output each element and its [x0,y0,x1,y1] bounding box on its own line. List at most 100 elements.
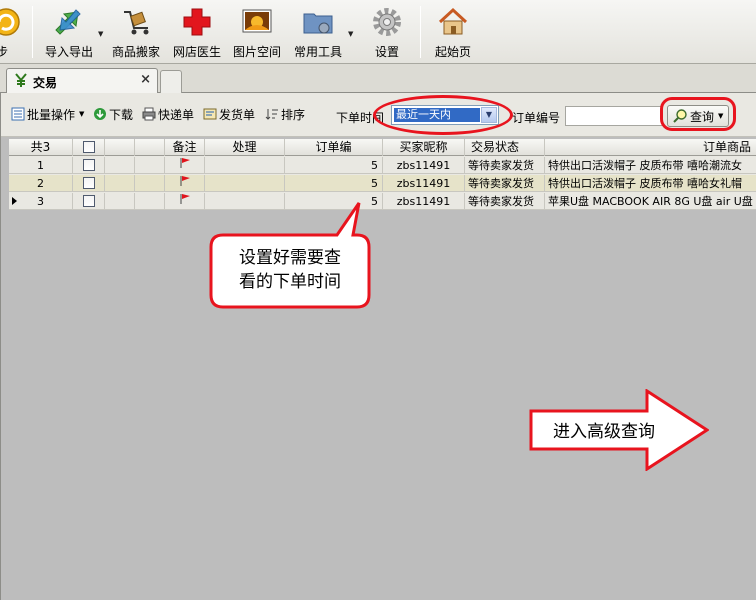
sync-label: 步 [0,45,9,59]
shop-doctor-icon [183,8,211,36]
row-blank [135,157,165,174]
row-order-number: 5 [285,175,383,192]
red-flag-icon[interactable] [179,193,191,205]
header-buyer[interactable]: 买家昵称 [383,139,465,156]
move-goods-button[interactable]: 商品搬家 [108,0,164,64]
callout-text: 设置好需要查 看的下单时间 [211,246,369,294]
import-export-button[interactable]: 导入导出 [38,0,100,64]
row-checkbox[interactable] [82,195,95,207]
home-button[interactable]: 起始页 [426,0,480,64]
row-handle [205,175,285,192]
red-flag-icon[interactable] [179,157,191,169]
toolbar-separator [420,6,421,58]
row-goods: 苹果U盘 MACBOOK AIR 8G U盘 air U盘 [548,195,753,208]
row-buyer: zbs11491 [383,157,465,174]
import-export-icon [55,9,81,35]
import-export-dropdown-icon[interactable]: ▼ [98,30,103,38]
row-blank [135,193,165,210]
tools-button[interactable]: 常用工具 [288,0,348,64]
header-select-all[interactable] [73,139,105,156]
row-goods: 特供出口活泼帽子 皮质布带 嘻哈潮流女 [548,159,742,172]
import-export-label: 导入导出 [44,45,93,59]
main-toolbar: 步 导入导出 ▼ 商品搬家 网店医生 图片空间 常用工具 ▼ 设置 起始页 [0,0,756,64]
order-table: 共3 备注 处理 订单编 买家昵称 交易状态 订单商品 1 5 zbs11491… [9,139,756,210]
home-label: 起始页 [434,45,471,59]
row-checkbox-cell[interactable] [73,175,105,192]
tools-dropdown-icon[interactable]: ▼ [348,30,353,38]
download-label: 下载 [109,107,134,122]
new-tab-button[interactable] [160,70,182,94]
row-number: 1 [9,157,73,174]
row-status: 等待卖家发货 [465,157,545,174]
move-goods-label: 商品搬家 [111,45,160,59]
sync-icon [0,8,20,36]
annotation-arrow: 进入高级查询 [529,389,709,471]
row-status: 等待卖家发货 [465,175,545,192]
row-checkbox-cell[interactable] [73,157,105,174]
batch-dropdown-icon: ▼ [79,110,85,118]
header-count: 共3 [9,139,73,156]
shop-doctor-button[interactable]: 网店医生 [168,0,226,64]
batch-operation-button[interactable]: 批量操作 ▼ [11,105,84,123]
tools-label: 常用工具 [293,45,342,59]
row-number: 2 [9,175,73,192]
row-buyer: zbs11491 [383,193,465,210]
select-all-checkbox[interactable] [82,141,95,153]
annotation-callout: 设置好需要查 看的下单时间 [209,202,371,309]
row-status: 等待卖家发货 [465,193,545,210]
settings-gear-icon [373,8,401,36]
row-number: 3 [9,193,73,210]
express-slip-button[interactable]: 快递单 [142,105,194,123]
table-row[interactable]: 1 5 zbs11491 等待卖家发货 特供出口活泼帽子 皮质布带 嘻哈潮流女 [9,157,756,174]
batch-list-icon [11,107,25,121]
printer-icon [142,107,156,121]
move-goods-icon [124,11,149,35]
tab-strip: 交易 × [0,64,756,94]
header-handle[interactable]: 处理 [205,139,285,156]
header-order-number[interactable]: 订单编 [285,139,383,156]
row-note-cell[interactable] [165,157,205,174]
toolbar-separator [32,6,33,58]
sort-button[interactable]: 排序 [265,105,305,123]
home-icon [438,7,468,35]
table-row[interactable]: 3 5 zbs11491 等待卖家发货 苹果U盘 MACBOOK AIR 8G … [9,193,756,210]
image-space-button[interactable]: 图片空间 [228,0,286,64]
header-blank [135,139,165,156]
image-space-label: 图片空间 [232,45,281,59]
header-goods[interactable]: 订单商品 [545,139,756,156]
arrow-text: 进入高级查询 [553,422,655,442]
row-checkbox[interactable] [82,177,95,189]
settings-button[interactable]: 设置 [360,0,414,64]
header-status[interactable]: 交易状态 [465,139,545,156]
sort-icon [265,109,278,120]
express-slip-label: 快递单 [158,107,195,122]
tab-close-icon[interactable]: × [140,72,151,87]
row-checkbox-cell[interactable] [73,193,105,210]
sort-label: 排序 [281,107,306,122]
order-number-input[interactable] [565,106,663,126]
image-space-icon [242,9,272,33]
ship-slip-button[interactable]: 发货单 [203,105,255,123]
table-row[interactable]: 2 5 zbs11491 等待卖家发货 特供出口活泼帽子 皮质布带 嘻哈女礼帽 [9,175,756,192]
header-note[interactable]: 备注 [165,139,205,156]
row-checkbox[interactable] [82,159,95,171]
tab-trade-label: 交易 [33,76,58,90]
row-note-cell[interactable] [165,175,205,192]
trade-icon [15,73,27,87]
tab-trade[interactable]: 交易 × [6,68,158,94]
red-flag-icon[interactable] [179,175,191,187]
download-button[interactable]: 下载 [93,105,133,123]
row-blank [105,157,135,174]
download-icon [94,108,106,120]
query-highlight-ring [660,97,736,131]
callout-line-2: 看的下单时间 [239,272,341,292]
trade-toolbar: 批量操作 ▼ 下载 快递单 发货单 排序 下单时间 最近一天内 ▼ 订单编号 查… [1,93,756,137]
trade-content-pane: 批量操作 ▼ 下载 快递单 发货单 排序 下单时间 最近一天内 ▼ 订单编号 查… [0,93,756,600]
row-blank [105,175,135,192]
tools-folder-icon [303,13,333,34]
sync-button[interactable]: 步 [0,0,26,64]
row-note-cell[interactable] [165,193,205,210]
row-order-number: 5 [285,157,383,174]
time-highlight-ring [373,95,513,135]
table-header: 共3 备注 处理 订单编 买家昵称 交易状态 订单商品 [9,139,756,156]
